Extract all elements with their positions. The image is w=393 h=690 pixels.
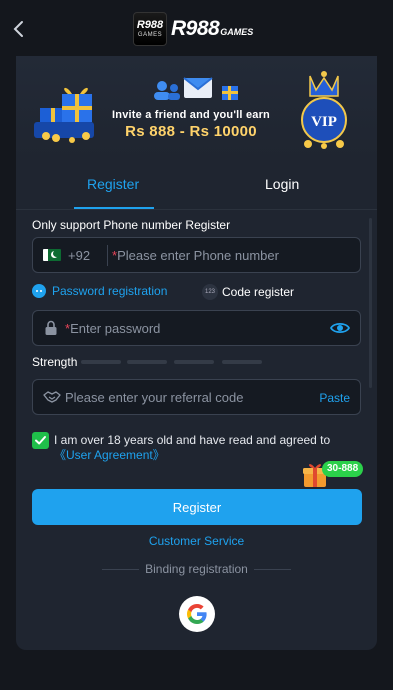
logo-badge-bottom: GAMES: [137, 31, 163, 38]
agreement-statement: I am over 18 years old and have read and…: [54, 433, 331, 447]
phone-field[interactable]: +92 *Please enter Phone number: [32, 237, 361, 273]
referral-placeholder: Please enter your referral code: [65, 390, 244, 405]
logo-badge: R988 GAMES: [133, 12, 167, 46]
referral-field[interactable]: Please enter your referral code Paste: [32, 379, 361, 415]
binding-divider-right: [254, 569, 291, 570]
code-register-label: Code register: [222, 285, 295, 299]
app-logo: R988 GAMES R988 GAMES: [133, 12, 253, 46]
support-text: Only support Phone number Register: [32, 218, 231, 232]
strength-label: Strength: [32, 355, 78, 369]
register-panel: VIP Invite a friend and you'll earn Rs 8…: [16, 56, 377, 650]
phone-placeholder-text: Please enter Phone number: [117, 248, 279, 263]
strength-bar: [127, 360, 167, 364]
password-field[interactable]: *Enter password: [32, 310, 361, 346]
gift-bonus-label: 30-888: [322, 461, 364, 477]
paste-button[interactable]: Paste: [319, 391, 350, 405]
lock-icon: [45, 320, 57, 335]
logo-subtext: GAMES: [220, 27, 254, 37]
scrollbar[interactable]: [369, 218, 372, 388]
tab-login[interactable]: Login: [265, 176, 299, 192]
password-placeholder-text: Enter password: [70, 321, 161, 336]
reward-range: Rs 888 - Rs 10000: [125, 123, 257, 140]
top-bar: R988 GAMES R988 GAMES: [0, 0, 393, 56]
field-divider: [107, 245, 108, 266]
agreement-checkbox[interactable]: [32, 432, 49, 449]
handshake-icon: [43, 391, 61, 403]
gift-bonus-badge[interactable]: 30-888: [302, 459, 368, 489]
register-button[interactable]: Register: [32, 489, 362, 525]
customer-service-link[interactable]: Customer Service: [16, 534, 377, 548]
check-icon: [35, 436, 46, 445]
phone-placeholder: *Please enter Phone number: [112, 248, 279, 263]
code-option-icon: 123: [202, 284, 218, 300]
password-placeholder: *Enter password: [65, 321, 160, 336]
tab-divider: [16, 209, 377, 210]
invite-banner: VIP: [16, 56, 377, 160]
logo-text: R988: [171, 17, 220, 40]
strength-bar: [222, 360, 262, 364]
pakistan-flag-icon: [43, 249, 61, 261]
password-registration-label: Password registration: [52, 284, 168, 298]
password-registration-option[interactable]: Password registration: [32, 284, 167, 298]
code-register-option[interactable]: 123 Code register: [202, 284, 294, 300]
password-option-icon: [32, 284, 46, 298]
google-login-button[interactable]: [179, 596, 215, 632]
invite-text: Invite a friend and you'll earn: [112, 109, 270, 121]
eye-icon[interactable]: [330, 321, 350, 335]
strength-bar: [174, 360, 214, 364]
binding-registration-label: Binding registration: [145, 562, 248, 576]
strength-bar: [81, 360, 121, 364]
logo-badge-top: R988: [136, 18, 164, 31]
user-agreement-link[interactable]: 《User Agreement》: [54, 448, 165, 462]
tab-register[interactable]: Register: [87, 176, 139, 192]
back-arrow-icon[interactable]: [8, 18, 30, 40]
google-icon: [187, 604, 207, 624]
country-code[interactable]: +92: [68, 248, 90, 263]
svg-text:VIP: VIP: [311, 114, 337, 130]
